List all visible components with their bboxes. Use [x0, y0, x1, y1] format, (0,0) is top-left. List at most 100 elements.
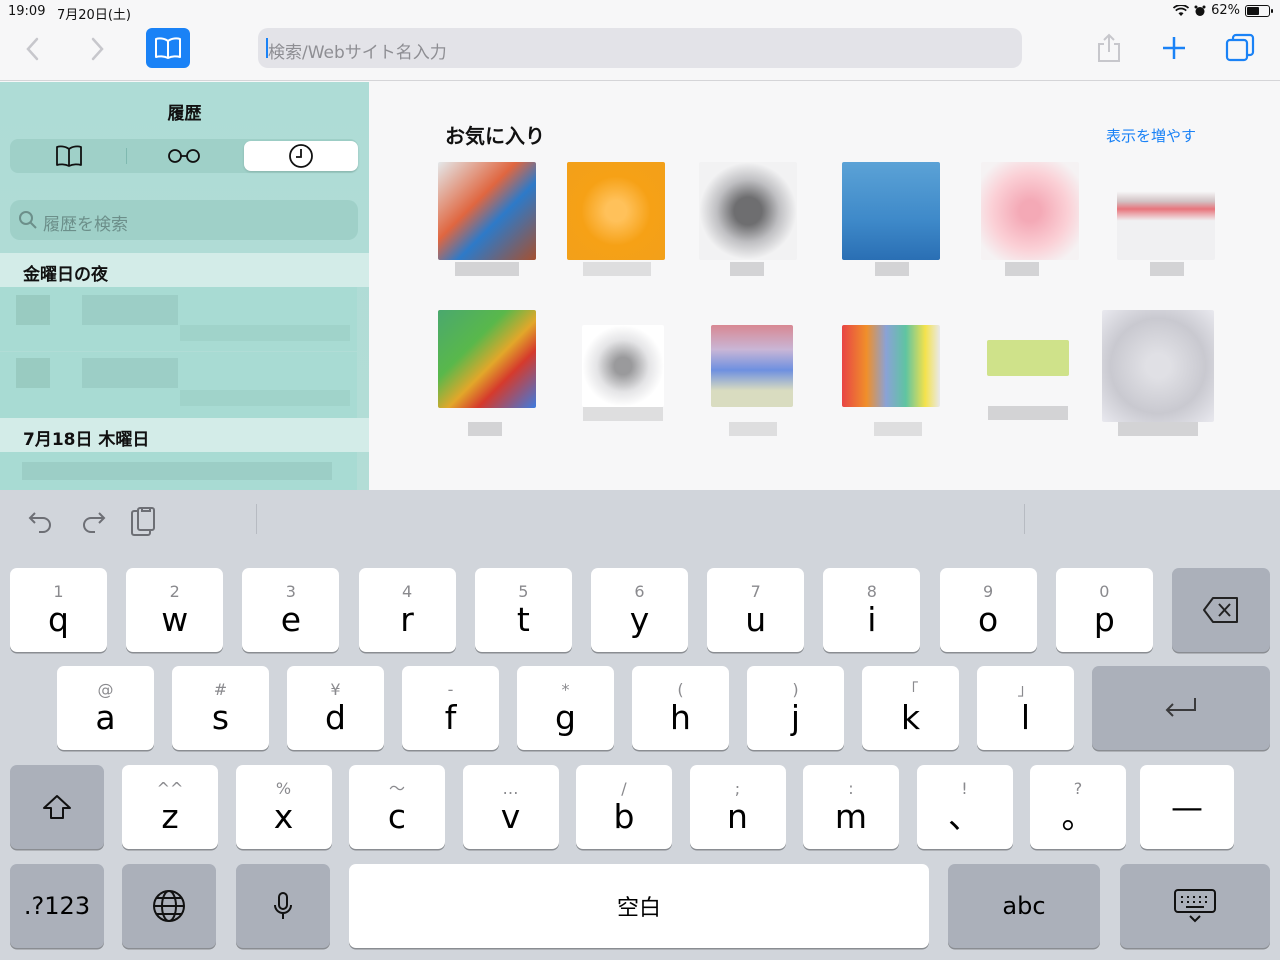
return-key[interactable]	[1092, 666, 1270, 750]
key-i[interactable]: 8i	[823, 568, 921, 652]
dash-key[interactable]: —	[1140, 765, 1234, 849]
microphone-icon	[274, 892, 292, 919]
favorite-label	[729, 422, 777, 436]
favorite-tile[interactable]	[1102, 310, 1214, 422]
favorite-tile[interactable]	[981, 162, 1079, 260]
key-a[interactable]: @ a	[57, 666, 154, 750]
key-label: 。	[1061, 797, 1095, 836]
tab-reading-list[interactable]	[127, 141, 241, 171]
numbers-key-label: .?123	[23, 892, 91, 920]
history-item[interactable]	[0, 287, 357, 351]
forward-button[interactable]	[82, 34, 112, 64]
key-label: g	[555, 698, 576, 737]
favorite-label	[1118, 422, 1198, 436]
favorite-tile[interactable]	[582, 325, 664, 407]
address-bar[interactable]: 検索/Webサイト名入力	[258, 28, 1022, 68]
key-x[interactable]: % x	[235, 765, 332, 849]
blurred-favicon	[16, 358, 50, 388]
sidebar-toggle-button[interactable]	[146, 28, 190, 68]
key-c[interactable]: 〜 c	[349, 765, 445, 849]
abc-key-label: abc	[1002, 892, 1046, 920]
key-label: f	[444, 698, 457, 737]
key-m[interactable]: :m	[803, 765, 899, 849]
dictation-key[interactable]	[236, 864, 330, 948]
favorite-tile[interactable]	[438, 310, 536, 408]
key-label: j	[790, 698, 801, 737]
return-icon	[1165, 698, 1196, 717]
key-b[interactable]: / b	[576, 765, 672, 849]
new-tab-button[interactable]	[1156, 30, 1192, 66]
key-u[interactable]: 7u	[707, 568, 805, 652]
key-n[interactable]: ; n	[689, 765, 786, 849]
key-label: b	[613, 797, 635, 836]
shift-key[interactable]	[10, 765, 104, 849]
keyboard-hide-icon	[1174, 889, 1216, 923]
search-icon	[19, 211, 37, 229]
blurred-title	[82, 295, 178, 325]
key-label: l	[1020, 698, 1031, 737]
delete-left-icon	[1203, 597, 1238, 623]
status-bar: 19:09 7月20日(土) 62%	[0, 0, 1280, 24]
key-h[interactable]: (h	[632, 666, 729, 750]
key-label: d	[325, 698, 346, 737]
favorite-tile[interactable]	[711, 325, 793, 407]
favorite-tile[interactable]	[699, 162, 797, 260]
abc-key[interactable]: abc	[948, 864, 1100, 948]
key-o[interactable]: 9o	[939, 568, 1037, 652]
key-label: q	[48, 600, 69, 639]
wifi-icon	[1173, 4, 1190, 16]
share-button[interactable]	[1091, 30, 1127, 66]
key-l[interactable]: 」 l	[977, 666, 1074, 750]
key-q[interactable]: 1q	[10, 568, 107, 652]
key-f[interactable]: -f	[402, 666, 499, 750]
globe-key[interactable]	[122, 864, 216, 948]
key-j[interactable]: ) j	[747, 666, 844, 750]
battery-percent: 62%	[1211, 3, 1240, 18]
favorite-tile[interactable]	[567, 162, 665, 260]
key-z[interactable]: ^^ z	[122, 765, 218, 849]
key-、[interactable]: !、	[916, 765, 1013, 849]
tab-bookmarks[interactable]	[12, 141, 126, 171]
dismiss-keyboard-key[interactable]	[1120, 864, 1270, 948]
back-button[interactable]	[18, 34, 48, 64]
redo-button[interactable]	[78, 506, 108, 536]
key-k[interactable]: 「k	[862, 666, 959, 750]
favorite-label	[874, 422, 922, 436]
key-。[interactable]: ?。	[1030, 765, 1126, 849]
key-r[interactable]: 4r	[358, 568, 456, 652]
undo-button[interactable]	[26, 506, 56, 536]
favorite-tile[interactable]	[842, 162, 940, 260]
favorites-title: お気に入り	[445, 124, 545, 148]
tab-history[interactable]	[244, 141, 358, 171]
history-item[interactable]	[0, 452, 357, 490]
key-t[interactable]: 5t	[474, 568, 572, 652]
favorite-tile[interactable]	[438, 162, 536, 260]
history-sidebar: 履歴 履歴を検索 金曜日の夜 7月18日 木曜日	[0, 82, 369, 490]
favorites-show-more-link[interactable]: 表示を増やす	[1106, 125, 1196, 146]
key-label: z	[161, 797, 179, 836]
key-g[interactable]: * g	[517, 666, 614, 750]
paste-button[interactable]	[129, 506, 159, 536]
favorite-tile[interactable]	[987, 340, 1069, 376]
key-v[interactable]: … v	[462, 765, 559, 849]
key-label: c	[387, 797, 407, 836]
favorite-tile[interactable]	[1117, 162, 1215, 260]
key-label: e	[280, 600, 302, 639]
tabs-button[interactable]	[1222, 30, 1258, 66]
backspace-key[interactable]	[1172, 568, 1270, 652]
history-search-field[interactable]: 履歴を検索	[10, 200, 358, 240]
key-w[interactable]: 2w	[126, 568, 224, 652]
history-item[interactable]	[0, 352, 357, 418]
favorite-tile[interactable]	[842, 325, 940, 407]
key-s[interactable]: # s	[172, 666, 269, 750]
key-p[interactable]: 0p	[1055, 568, 1153, 652]
chevron-left-icon	[26, 37, 39, 61]
numbers-key[interactable]: .?123	[10, 864, 104, 948]
key-d[interactable]: ¥ d	[287, 666, 384, 750]
key-y[interactable]: 6y	[591, 568, 688, 652]
key-label: w	[161, 600, 189, 639]
blurred-favicon	[16, 295, 50, 325]
space-key[interactable]: 空白	[349, 864, 929, 948]
key-e[interactable]: 3e	[242, 568, 340, 652]
blurred-title	[82, 358, 178, 388]
